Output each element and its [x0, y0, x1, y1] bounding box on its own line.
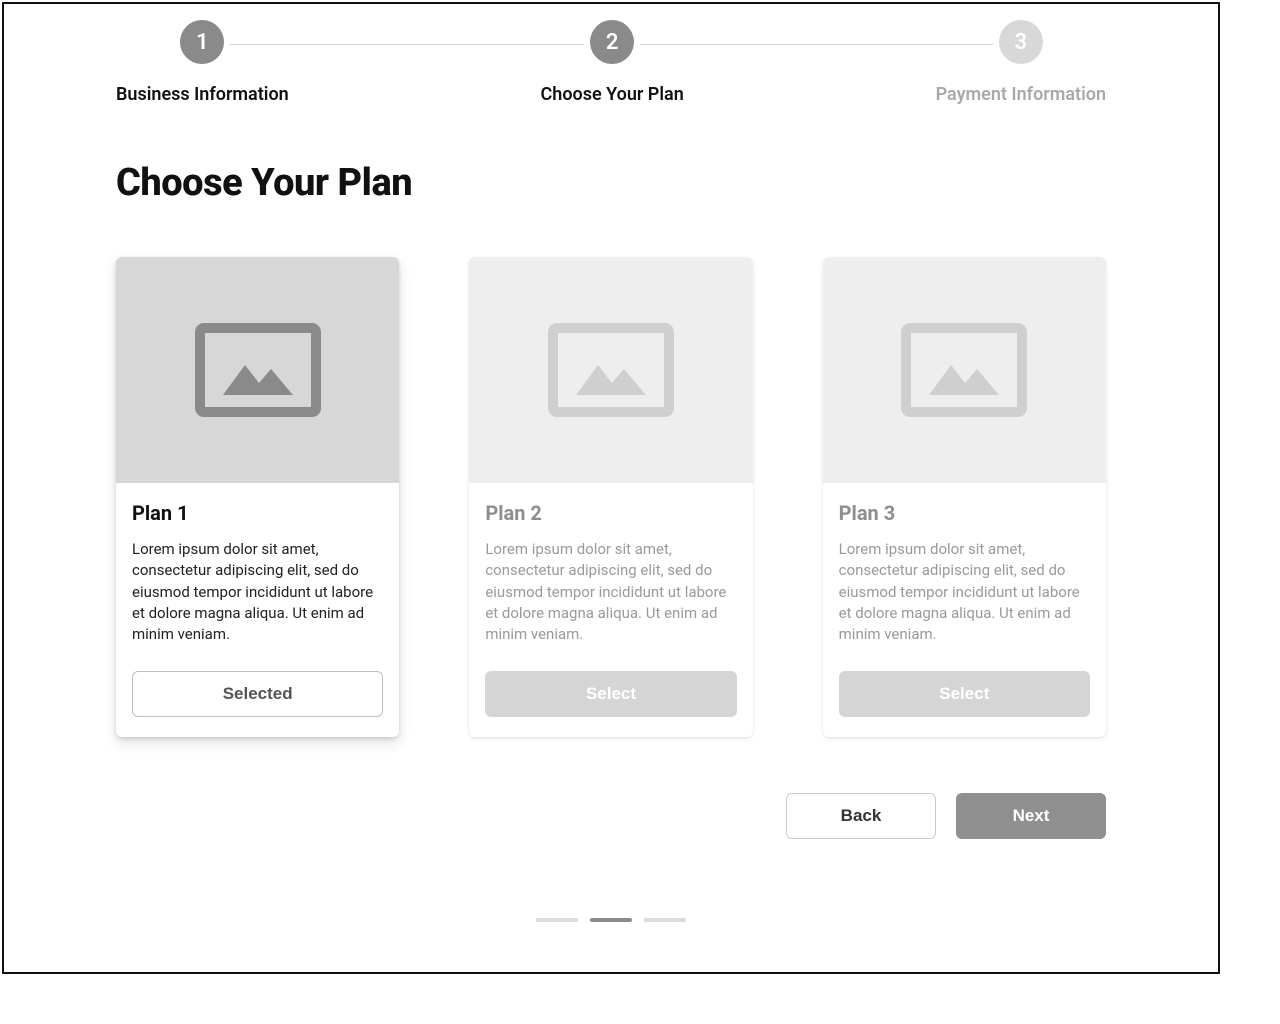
page-indicator-dot[interactable]: [644, 918, 686, 922]
plan-title: Plan 1: [132, 501, 383, 525]
step-number: 1: [180, 20, 224, 64]
next-button[interactable]: Next: [956, 793, 1106, 839]
plan-title: Plan 2: [485, 501, 736, 525]
step-number: 2: [590, 20, 634, 64]
plan-title: Plan 3: [839, 501, 1090, 525]
plan-select-button[interactable]: Select: [839, 671, 1090, 717]
plan-card-list: Plan 1 Lorem ipsum dolor sit amet, conse…: [116, 257, 1106, 737]
plan-image-placeholder: [823, 257, 1106, 483]
plan-image-placeholder: [469, 257, 752, 483]
back-button[interactable]: Back: [786, 793, 936, 839]
plan-description: Lorem ipsum dolor sit amet, consectetur …: [485, 539, 736, 645]
step-label: Business Information: [116, 84, 289, 105]
step-label: Choose Your Plan: [541, 84, 684, 105]
plan-description: Lorem ipsum dolor sit amet, consectetur …: [132, 539, 383, 645]
step-choose-your-plan[interactable]: 2 Choose Your Plan: [541, 20, 684, 105]
step-label: Payment Information: [936, 84, 1106, 105]
page-indicator-dot[interactable]: [590, 918, 632, 922]
step-payment-information[interactable]: 3 Payment Information: [936, 20, 1106, 105]
step-business-information[interactable]: 1 Business Information: [116, 20, 289, 105]
plan-card-3[interactable]: Plan 3 Lorem ipsum dolor sit amet, conse…: [823, 257, 1106, 737]
page-title: Choose Your Plan: [116, 161, 1106, 205]
stepper: 1 Business Information 2 Choose Your Pla…: [116, 20, 1106, 105]
wizard-nav: Back Next: [116, 793, 1106, 839]
plan-image-placeholder: [116, 257, 399, 483]
page-indicator-dot[interactable]: [536, 918, 578, 922]
step-number: 3: [999, 20, 1043, 64]
plan-select-button[interactable]: Select: [485, 671, 736, 717]
image-placeholder-icon: [195, 323, 321, 417]
plan-description: Lorem ipsum dolor sit amet, consectetur …: [839, 539, 1090, 645]
plan-card-2[interactable]: Plan 2 Lorem ipsum dolor sit amet, conse…: [469, 257, 752, 737]
image-placeholder-icon: [548, 323, 674, 417]
page-indicator: [536, 918, 686, 922]
plan-card-1[interactable]: Plan 1 Lorem ipsum dolor sit amet, conse…: [116, 257, 399, 737]
image-placeholder-icon: [901, 323, 1027, 417]
plan-select-button[interactable]: Selected: [132, 671, 383, 717]
